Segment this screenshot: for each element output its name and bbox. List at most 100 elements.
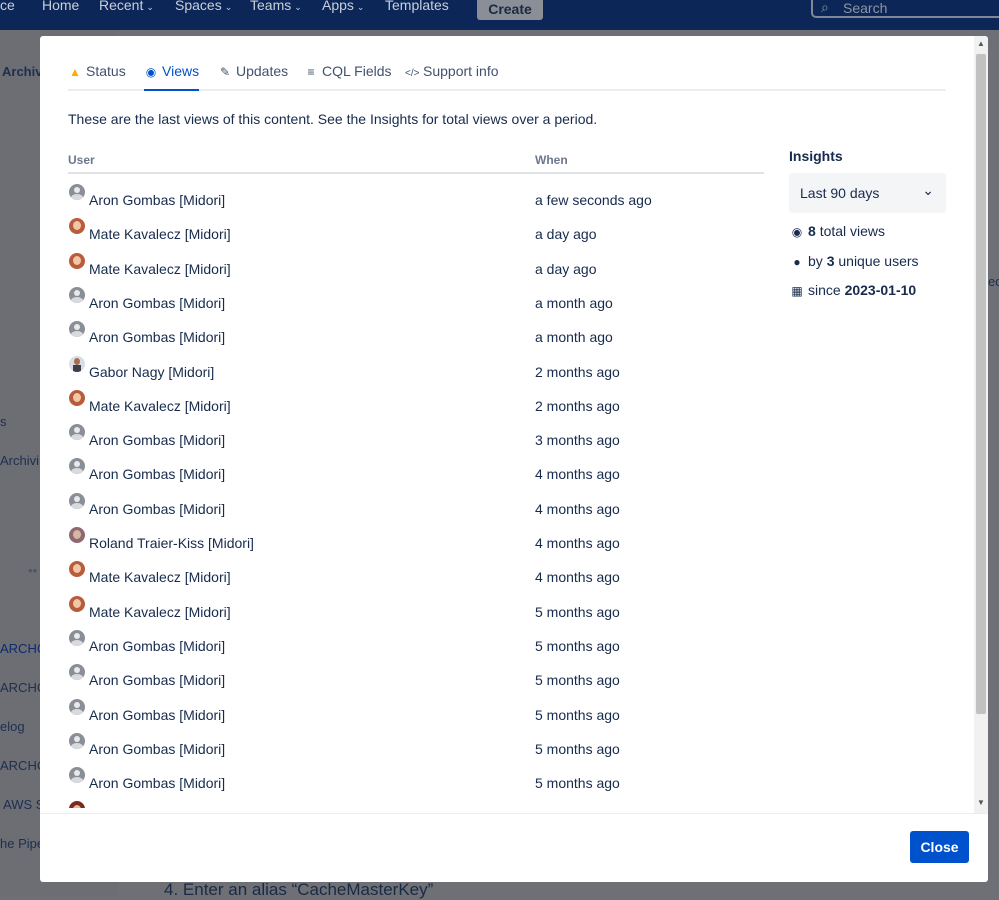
period-select-value: Last 90 days [800,185,880,201]
eye-icon: ◉ [145,65,157,79]
user-name[interactable]: Mate Kavalecz [Midori] [89,226,231,242]
user-name[interactable]: Aron Gombas [Midori] [89,432,225,448]
table-row: Mate Kavalecz [Midori] a day ago [68,218,768,252]
close-button[interactable]: Close [910,831,969,863]
user-name[interactable]: Aron Gombas [Midori] [89,741,225,757]
unique-users-stat: ● by 3 unique users [789,253,918,269]
user-name[interactable]: Gabor Nagy [Midori] [89,364,214,380]
table-row: Mate Kavalecz [Midori] 4 months ago [68,561,768,595]
user-name[interactable]: Mate Kavalecz [Midori] [89,569,231,585]
nav-home[interactable]: Home [42,0,79,13]
search-icon: ⌕ [821,0,829,15]
table-row: Aron Gombas [Midori] a month ago [68,286,768,321]
create-button[interactable]: Create [477,0,543,20]
avatar[interactable] [69,732,85,749]
bg-sidebar-text: Archiv [2,64,43,79]
scrollbar[interactable]: ▲ ▼ [974,36,988,814]
user-name[interactable]: Mate Kavalecz [Midori] [89,398,231,414]
table-row: Aron Gombas [Midori] 5 months ago [68,698,768,733]
user-name[interactable]: Aron Gombas [Midori] [89,295,225,311]
tab-updates[interactable]: ✎ Updates [218,63,288,89]
user-name[interactable]: Aron Gombas [Midori] [89,707,225,723]
avatar[interactable] [69,492,85,509]
tab-cql-fields[interactable]: ≡ CQL Fields [304,63,391,89]
table-row: Mate Kavalecz [Midori] 5 months ago [68,595,768,630]
view-time: 5 months ago [535,637,620,654]
avatar[interactable] [69,458,85,475]
code-icon: </> [405,68,420,79]
user-name[interactable]: Aron Gombas [Midori] [89,466,225,482]
avatar[interactable] [69,389,85,406]
bg-sidebar-text: AWS S [3,797,45,812]
scroll-up-arrow-icon[interactable]: ▲ [977,39,985,48]
views-list[interactable]: Aron Gombas [Midori] a few seconds ago Mat… [68,176,768,808]
footer-divider [40,813,988,814]
avatar[interactable] [69,595,85,612]
nav-apps[interactable]: Apps ⌄ [322,0,364,13]
search-input[interactable]: ⌕ Search [811,0,999,18]
avatar[interactable] [69,561,85,578]
view-time: a day ago [535,226,597,243]
scrollbar-thumb[interactable] [976,54,986,714]
view-time: 2 months ago [535,363,620,380]
chevron-down-icon: ⌄ [224,2,233,12]
warning-icon: ▲ [69,65,81,79]
table-row: Zsuzsa Galicza [Midori]5 months ago [68,801,768,808]
chevron-down-icon: ⌄ [294,2,302,12]
view-time: a day ago [535,260,597,277]
tab-bar: ▲ Status ◉ Views ✎ Updates ≡ CQL Fields </> S… [68,63,946,91]
avatar[interactable] [69,664,85,681]
since-date-stat: ▦ since 2023-01-10 [789,282,916,298]
avatar[interactable] [69,801,85,808]
avatar[interactable] [69,184,85,200]
table-row: Aron Gombas [Midori] 5 months ago [68,664,768,698]
user-name[interactable]: Aron Gombas [Midori] [89,775,225,791]
table-row: Aron Gombas [Midori] 3 months ago [68,424,768,458]
avatar[interactable] [69,527,85,543]
person-icon: ● [793,255,801,269]
user-name[interactable]: Aron Gombas [Midori] [89,638,225,654]
avatar[interactable] [69,629,85,646]
user-name[interactable]: Aron Gombas [Midori] [89,329,225,345]
user-name[interactable]: Aron Gombas [Midori] [89,501,225,517]
user-name[interactable]: Roland Traier-Kiss [Midori] [89,535,254,551]
table-row: Aron Gombas [Midori] 4 months ago [68,458,768,492]
table-row: Aron Gombas [Midori] 5 months ago [68,767,768,801]
nav-templates[interactable]: Templates [385,0,449,13]
view-time: 4 months ago [535,466,620,483]
avatar[interactable] [69,424,85,441]
user-name[interactable]: Aron Gombas [Midori] [89,672,225,688]
chevron-down-icon: ⌄ [146,2,154,12]
tab-status[interactable]: ▲ Status [68,63,126,89]
avatar[interactable] [69,286,85,303]
user-name[interactable]: Mate Kavalecz [Midori] [89,261,231,277]
brand-fragment: ce [0,0,15,13]
avatar[interactable] [69,321,85,338]
avatar[interactable] [69,218,85,235]
view-time: 5 months ago [535,672,620,689]
table-row: Aron Gombas [Midori] 5 months ago [68,629,768,664]
pencil-icon: ✎ [219,65,231,79]
avatar[interactable] [69,252,85,269]
bg-ellipsis: •• [28,563,38,578]
scroll-down-arrow-icon[interactable]: ▼ [977,798,985,807]
period-select[interactable]: Last 90 days ⌄ [789,173,946,213]
nav-teams[interactable]: Teams ⌄ [250,0,302,13]
tab-support-info[interactable]: </> Support info [405,63,499,89]
avatar[interactable] [69,698,85,715]
page-info-dialog: ▲ Status ◉ Views ✎ Updates ≡ CQL Fields </> S… [40,36,988,882]
view-time: 5 months ago [535,603,620,620]
avatar[interactable] [69,355,85,372]
bg-sidebar-text: Archivi [0,453,40,468]
views-description: These are the last views of this content… [68,111,598,127]
chevron-down-icon: ⌄ [922,182,934,198]
nav-spaces[interactable]: Spaces ⌄ [175,0,232,13]
avatar[interactable] [69,767,85,784]
view-time: 2 months ago [535,397,620,414]
nav-recent[interactable]: Recent ⌄ [99,0,154,13]
user-name[interactable]: Aron Gombas [Midori] [89,192,225,208]
chevron-down-icon: ⌄ [356,2,365,12]
table-row: Aron Gombas [Midori] a few seconds ago [68,184,768,218]
user-name[interactable]: Mate Kavalecz [Midori] [89,604,231,620]
tab-views[interactable]: ◉ Views [144,63,200,91]
